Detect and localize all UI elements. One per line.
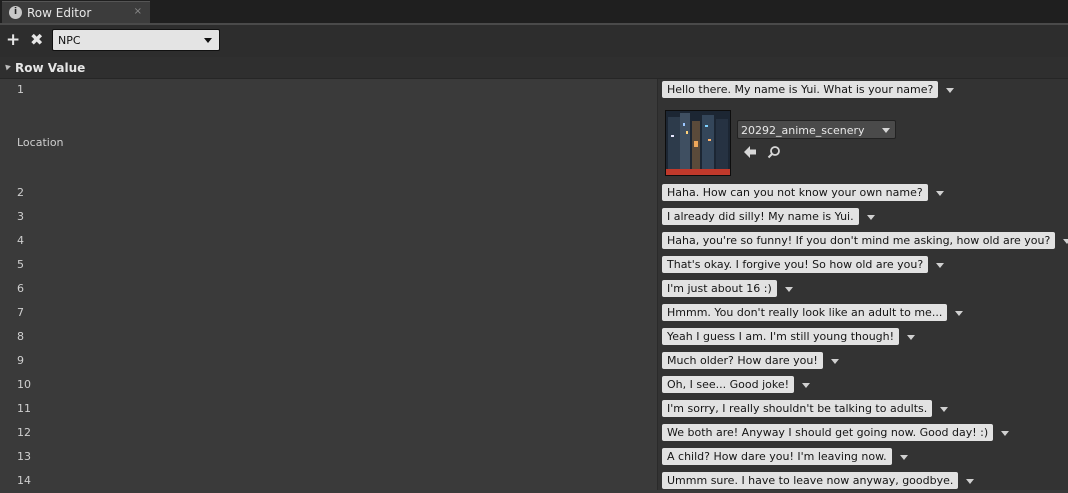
dialogue-row: 12 We both are! Anyway I should get going… <box>0 421 1068 445</box>
dialogue-value-field[interactable]: I already did silly! My name is Yui. <box>662 208 859 225</box>
dialogue-row: 13 A child? How dare you! I'm leaving now… <box>0 445 1068 469</box>
row-value-section-header[interactable]: Row Value <box>0 57 1068 79</box>
row-index-label: 13 <box>17 450 31 463</box>
row-index-label: 2 <box>17 186 24 199</box>
row-select-dropdown[interactable]: NPC <box>52 29 220 51</box>
location-label: Location <box>17 136 64 149</box>
collapse-arrow-icon[interactable] <box>3 62 11 71</box>
dialogue-value-field[interactable]: We both are! Anyway I should get going n… <box>662 424 994 441</box>
chevron-down-icon[interactable] <box>946 88 954 93</box>
chevron-down-icon[interactable] <box>785 287 793 292</box>
chevron-down-icon[interactable] <box>936 263 944 268</box>
tab-row-editor[interactable]: i Row Editor × <box>2 1 150 23</box>
row-index-label: 10 <box>17 378 31 391</box>
dialogue-value-field[interactable]: Much older? How dare you! <box>662 352 823 369</box>
tab-title: Row Editor <box>27 6 92 20</box>
dialogue-value-field[interactable]: Yeah I guess I am. I'm still young thoug… <box>662 328 900 345</box>
browse-magnifier-icon[interactable] <box>767 145 781 159</box>
remove-row-button[interactable]: ✖ <box>30 30 43 50</box>
chevron-down-icon[interactable] <box>831 359 839 364</box>
dialogue-row: 6 I'm just about 16 :) <box>0 277 1068 301</box>
row-index-label: 14 <box>17 474 31 487</box>
chevron-down-icon[interactable] <box>867 215 875 220</box>
section-title: Row Value <box>15 61 86 75</box>
tab-strip: i Row Editor × <box>0 0 1068 24</box>
dialogue-row: 1 Hello there. My name is Yui. What is yo… <box>0 78 1068 102</box>
dialogue-row: 5 That's okay. I forgive you! So how old … <box>0 253 1068 277</box>
row-index-label: 11 <box>17 402 31 415</box>
chevron-down-icon[interactable] <box>802 383 810 388</box>
chevron-down-icon[interactable] <box>907 335 915 340</box>
info-icon: i <box>9 6 22 19</box>
dialogue-row: 9 Much older? How dare you! <box>0 349 1068 373</box>
row-index-label: 9 <box>17 354 24 367</box>
chevron-down-icon[interactable] <box>966 479 974 484</box>
chevron-down-icon[interactable] <box>936 191 944 196</box>
close-icon[interactable]: × <box>134 6 142 17</box>
add-row-button[interactable]: + <box>6 30 20 50</box>
toolbar: + ✖ NPC <box>0 25 1068 57</box>
row-select-value: NPC <box>58 34 81 47</box>
chevron-down-icon[interactable] <box>955 311 963 316</box>
dialogue-value-field[interactable]: Oh, I see... Good joke! <box>662 376 795 393</box>
row-index-label: 5 <box>17 258 24 271</box>
use-selected-asset-arrow-icon[interactable] <box>743 145 757 159</box>
dialogue-value-field[interactable]: Hmmm. You don't really look like an adul… <box>662 304 948 321</box>
dialogue-value-field[interactable]: That's okay. I forgive you! So how old a… <box>662 256 929 273</box>
row-index-label: 1 <box>17 83 24 96</box>
dialogue-value-field[interactable]: Ummm sure. I have to leave now anyway, g… <box>662 472 959 489</box>
dialogue-row: 11 I'm sorry, I really shouldn't be talki… <box>0 397 1068 421</box>
chevron-down-icon[interactable] <box>1063 239 1068 244</box>
asset-picker-dropdown[interactable]: 20292_anime_scenery <box>737 120 896 139</box>
dialogue-row: 10 Oh, I see... Good joke! <box>0 373 1068 397</box>
row-index-label: 4 <box>17 234 24 247</box>
dialogue-value-field[interactable]: I'm sorry, I really shouldn't be talking… <box>662 400 933 417</box>
dialogue-row: 3 I already did silly! My name is Yui. <box>0 205 1068 229</box>
asset-thumbnail[interactable] <box>665 110 731 176</box>
dialogue-row: 7 Hmmm. You don't really look like an adu… <box>0 301 1068 325</box>
property-rows: Location 20292_anime_scenery 1 Hello ther… <box>0 79 1068 490</box>
dialogue-row: 8 Yeah I guess I am. I'm still young thou… <box>0 325 1068 349</box>
chevron-down-icon[interactable] <box>940 407 948 412</box>
dialogue-row: 4 Haha, you're so funny! If you don't min… <box>0 229 1068 253</box>
dialogue-value-field[interactable]: Hello there. My name is Yui. What is you… <box>662 81 939 98</box>
dialogue-value-field[interactable]: Haha. How can you not know your own name… <box>662 184 928 201</box>
chevron-down-icon <box>882 128 890 133</box>
chevron-down-icon[interactable] <box>900 455 908 460</box>
dialogue-value-field[interactable]: A child? How dare you! I'm leaving now. <box>662 448 892 465</box>
chevron-down-icon[interactable] <box>1001 431 1009 436</box>
row-index-label: 7 <box>17 306 24 319</box>
dialogue-value-field[interactable]: I'm just about 16 :) <box>662 280 777 297</box>
dialogue-row: 2 Haha. How can you not know your own nam… <box>0 181 1068 205</box>
dialogue-row: 14 Ummm sure. I have to leave now anyway,… <box>0 469 1068 493</box>
row-index-label: 8 <box>17 330 24 343</box>
dialogue-value-field[interactable]: Haha, you're so funny! If you don't mind… <box>662 232 1056 249</box>
asset-name: 20292_anime_scenery <box>741 124 865 137</box>
chevron-down-icon <box>204 38 212 43</box>
row-index-label: 6 <box>17 282 24 295</box>
row-index-label: 3 <box>17 210 24 223</box>
row-index-label: 12 <box>17 426 31 439</box>
